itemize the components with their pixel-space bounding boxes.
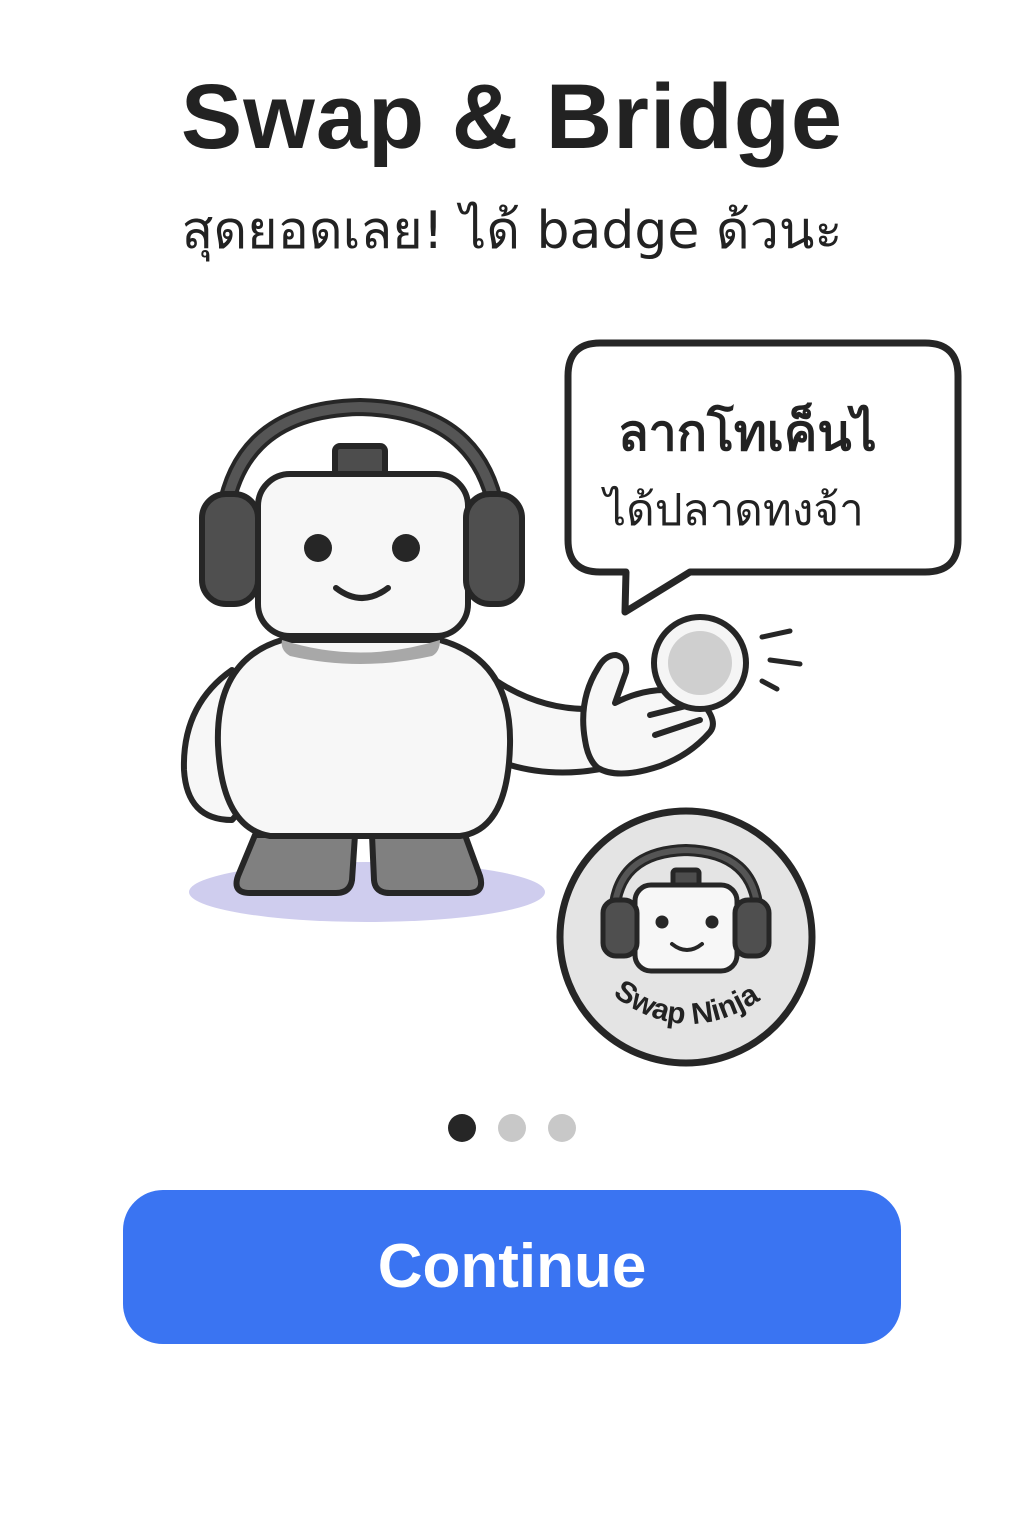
swap-ninja-badge: Swap Ninja bbox=[556, 807, 816, 1067]
pagination-dot-2[interactable] bbox=[498, 1114, 526, 1142]
pagination-dot-1[interactable] bbox=[448, 1114, 476, 1142]
bubble-line-1: ลากโทเค็นไ bbox=[618, 402, 877, 462]
speech-bubble: ลากโทเค็นไ ได้ปลาดทงจ้า bbox=[564, 339, 962, 616]
page-subtitle: สุดยอดเลย! ได้ badge ด้วนะ bbox=[181, 201, 843, 261]
coin-icon bbox=[651, 614, 749, 712]
bubble-line-2: ได้ปลาดทงจ้า bbox=[601, 485, 864, 536]
onboarding-illustration: ลากโทเค็นไ ได้ปลาดทงจ้า Swap Ninja bbox=[180, 339, 962, 1067]
sparkle-icon bbox=[759, 628, 803, 692]
pagination-dots bbox=[0, 1114, 1024, 1144]
pagination-dot-3[interactable] bbox=[548, 1114, 576, 1142]
page-title: Swap & Bridge bbox=[180, 66, 844, 168]
badge-robot-icon bbox=[600, 844, 772, 974]
continue-button[interactable]: Continue bbox=[123, 1190, 901, 1344]
